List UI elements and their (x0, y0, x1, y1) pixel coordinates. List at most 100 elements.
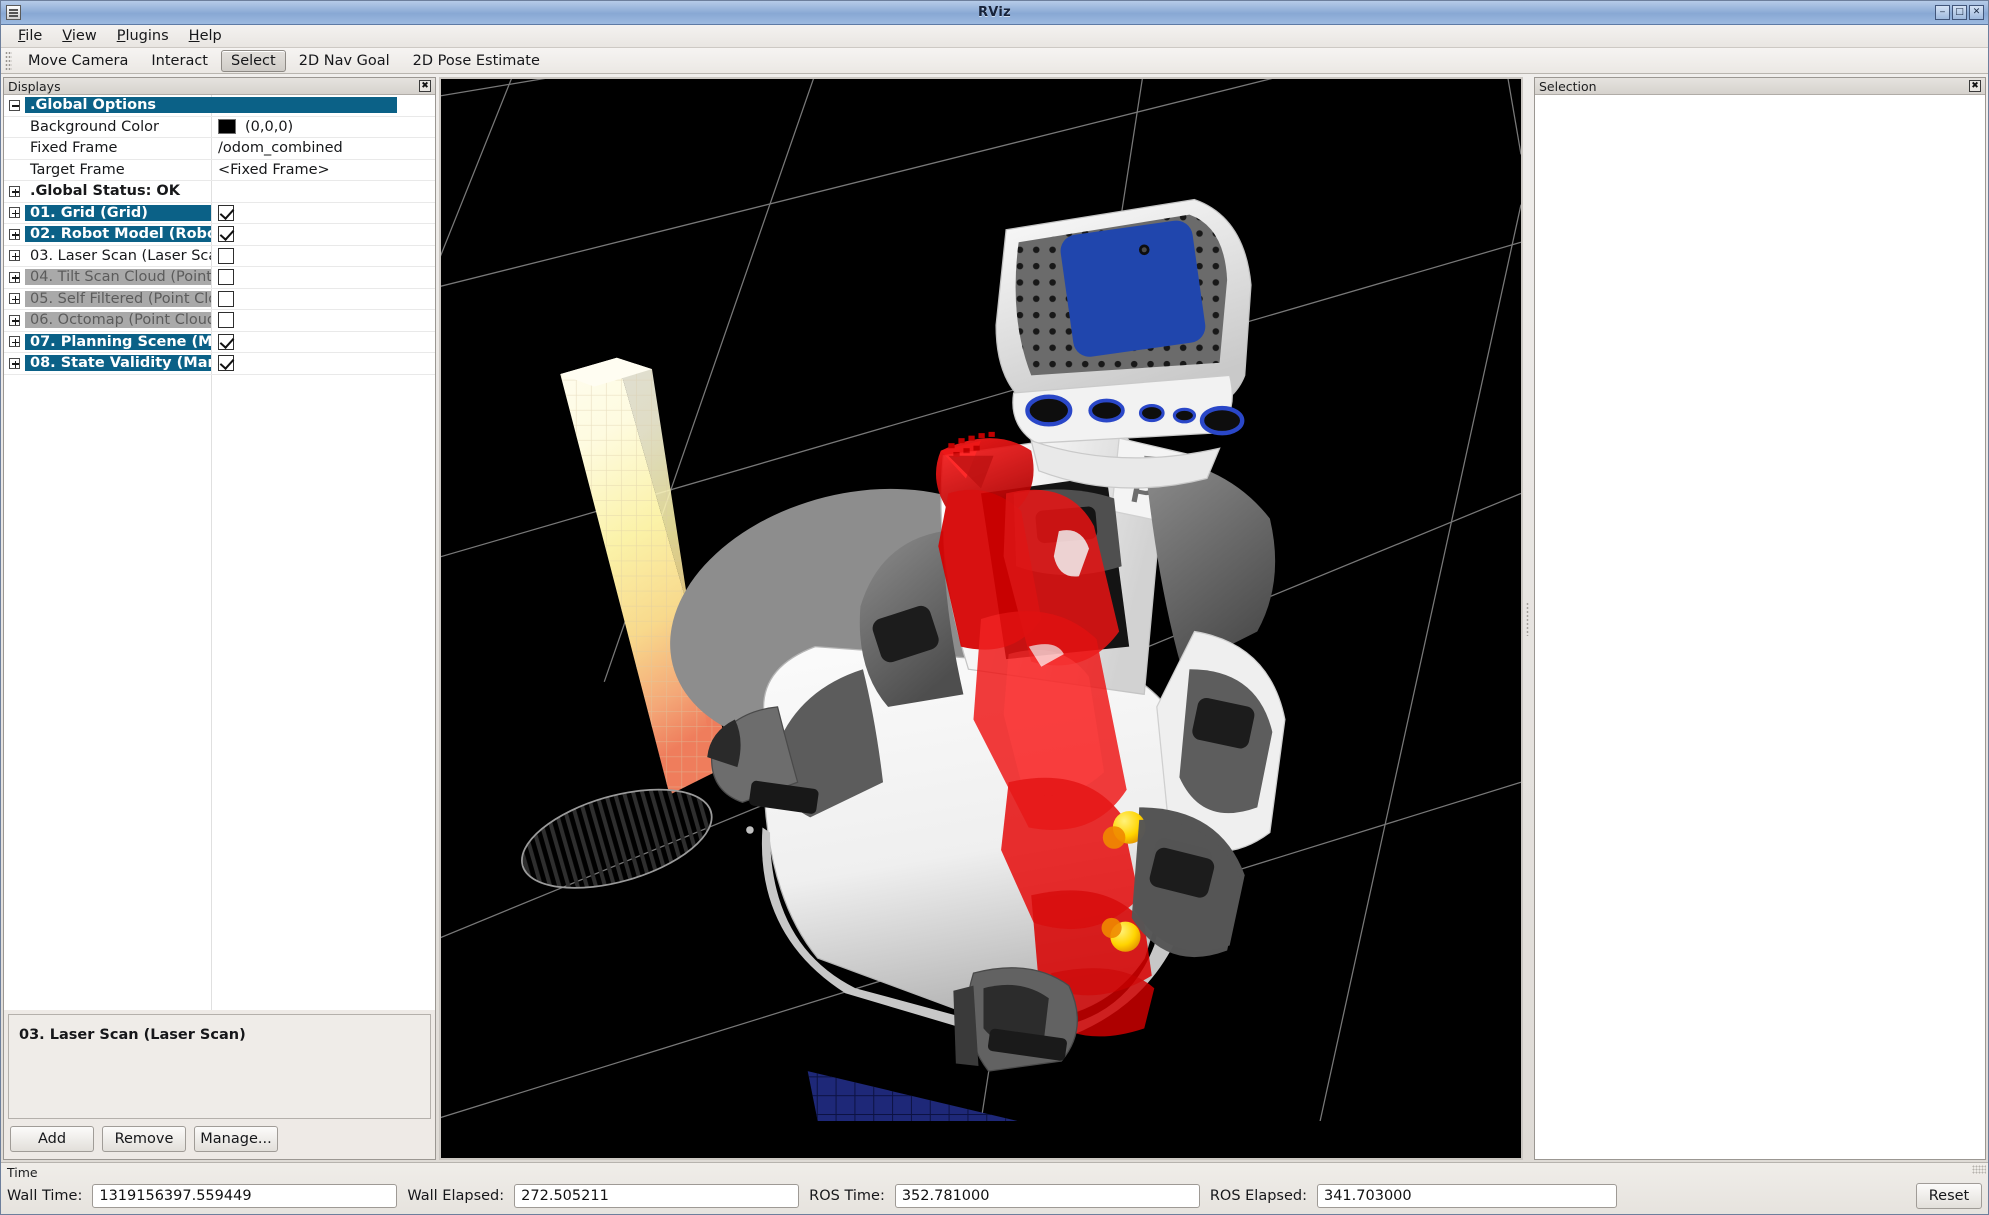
expand-icon[interactable] (4, 185, 25, 197)
manage-button[interactable]: Manage... (194, 1126, 278, 1152)
rviz-window: RViz ‒ □ ✕ File View Plugins Help Move Came… (0, 0, 1989, 1215)
display-row-label: 07. Planning Scene (Mar (25, 333, 211, 350)
display-row[interactable]: 06. Octomap (Point Cloud2) (4, 310, 435, 332)
selection-panel-title: Selection (1539, 78, 1597, 94)
display-row[interactable]: 05. Self Filtered (Point Cloud (4, 289, 435, 310)
display-enabled-checkbox[interactable] (218, 355, 234, 372)
time-field-ros-elapsed[interactable]: 341.703000 (1316, 1184, 1617, 1208)
display-row[interactable]: 02. Robot Model (Robot (4, 224, 435, 246)
window-title: RViz (977, 5, 1012, 20)
minimize-button[interactable]: ‒ (1935, 5, 1950, 20)
resize-grip[interactable] (1972, 1165, 1986, 1174)
display-enabled-checkbox[interactable] (218, 247, 234, 264)
expand-icon[interactable] (4, 336, 25, 348)
display-row-value[interactable] (211, 355, 435, 372)
display-row[interactable]: 08. State Validity (Marke (4, 353, 435, 375)
head-screen (1060, 220, 1206, 357)
selection-panel: Selection ✖ (1534, 77, 1986, 1160)
expand-icon[interactable] (4, 357, 25, 369)
display-row-value[interactable] (211, 312, 435, 329)
menu-item-view[interactable]: View (52, 26, 106, 46)
selection-list[interactable] (1535, 95, 1985, 1159)
reset-button[interactable]: Reset (1916, 1183, 1982, 1209)
tool-select[interactable]: Select (220, 49, 286, 72)
toolbar-grip[interactable] (5, 50, 12, 71)
display-row-label: 02. Robot Model (Robot (25, 226, 211, 243)
display-row[interactable]: Fixed Frame/odom_combined (4, 138, 435, 160)
time-label-1: Wall Elapsed: (407, 1188, 505, 1204)
displays-panel-title: Displays (8, 78, 61, 94)
expand-icon[interactable] (4, 250, 25, 262)
close-button[interactable]: ✕ (1969, 5, 1984, 20)
maximize-button[interactable]: □ (1952, 5, 1967, 20)
time-fields-row: Wall Time: 1319156397.559449 Wall Elapsed:… (1, 1180, 1988, 1212)
display-row[interactable]: Target Frame <Fixed Frame> (4, 160, 435, 181)
menu-item-help[interactable]: Help (179, 26, 232, 46)
display-enabled-checkbox[interactable] (218, 226, 234, 243)
display-row-value[interactable] (211, 204, 435, 221)
background-color-swatch[interactable] (218, 119, 236, 135)
tool-bar: Move Camera Interact Select 2D Nav Goal 2D P… (1, 48, 1988, 74)
display-row[interactable]: 01. Grid (Grid) (4, 203, 435, 224)
display-row-value[interactable] (211, 226, 435, 243)
display-row[interactable]: .Global Status: OK (4, 181, 435, 203)
display-description-box: 03. Laser Scan (Laser Scan) (8, 1014, 431, 1119)
display-description-title: 03. Laser Scan (Laser Scan) (19, 1027, 246, 1043)
render-panel[interactable]: PR2 (439, 77, 1523, 1160)
menu-item-plugins[interactable]: Plugins (107, 26, 179, 46)
displays-button-row: Add Remove Manage... (4, 1123, 435, 1159)
display-enabled-checkbox[interactable] (218, 290, 234, 307)
expand-icon[interactable] (4, 314, 25, 326)
display-row[interactable]: 03. Laser Scan (Laser Scan) (4, 246, 435, 267)
time-field-ros-time[interactable]: 352.781000 (894, 1184, 1200, 1208)
display-row-label: 08. State Validity (Marke (25, 355, 211, 372)
menu-item-file[interactable]: File (8, 26, 52, 46)
display-row-value[interactable] (211, 269, 435, 286)
tool-2d-nav-goal[interactable]: 2D Nav Goal (289, 50, 400, 72)
tool-move-camera[interactable]: Move Camera (18, 50, 138, 72)
time-label-2: ROS Time: (809, 1188, 885, 1204)
display-value-text: (0,0,0) (245, 118, 294, 135)
remove-button[interactable]: Remove (102, 1126, 186, 1152)
display-row-value[interactable] (211, 333, 435, 350)
selection-close-icon[interactable]: ✖ (1969, 80, 1981, 92)
collapse-icon[interactable] (4, 99, 25, 111)
time-field-wall-elapsed[interactable]: 272.505211 (514, 1184, 800, 1208)
display-row[interactable]: 04. Tilt Scan Cloud (Point Cl (4, 267, 435, 289)
display-row-value[interactable] (211, 290, 435, 307)
display-row-label: .Global Options (25, 97, 397, 114)
display-value-text: <Fixed Frame> (218, 161, 330, 178)
displays-panel: Displays ✖ .Global Options Background Col… (3, 77, 436, 1160)
display-enabled-checkbox[interactable] (218, 333, 234, 350)
expand-icon[interactable] (4, 271, 25, 283)
expand-icon[interactable] (4, 207, 25, 219)
expand-icon[interactable] (4, 293, 25, 305)
display-row[interactable]: .Global Options (4, 95, 435, 117)
displays-tree[interactable]: .Global Options Background Color (0,0,0) Fi… (4, 95, 435, 1010)
view-splitter[interactable] (1523, 77, 1532, 1160)
display-enabled-checkbox[interactable] (218, 204, 234, 221)
tool-interact[interactable]: Interact (141, 50, 218, 72)
display-row-label: 03. Laser Scan (Laser Scan) (30, 247, 211, 264)
3d-scene[interactable]: PR2 (441, 79, 1521, 1122)
display-row-label: Background Color (30, 118, 159, 135)
display-row-value[interactable]: (0,0,0) (211, 119, 435, 135)
display-row-label: .Global Status: OK (30, 183, 180, 200)
time-label-3: ROS Elapsed: (1209, 1188, 1307, 1204)
display-row[interactable]: Background Color (0,0,0) (4, 117, 435, 138)
tool-2d-pose-estimate[interactable]: 2D Pose Estimate (403, 50, 550, 72)
display-row-value[interactable] (211, 247, 435, 264)
displays-close-icon[interactable]: ✖ (419, 80, 431, 92)
display-enabled-checkbox[interactable] (218, 312, 234, 329)
add-button[interactable]: Add (10, 1126, 94, 1152)
time-field-wall-time[interactable]: 1319156397.559449 (92, 1184, 398, 1208)
time-label-0: Wall Time: (7, 1188, 83, 1204)
display-row-value[interactable]: <Fixed Frame> (211, 162, 435, 178)
display-value-text: /odom_combined (218, 140, 343, 157)
selection-panel-header: Selection ✖ (1535, 78, 1985, 95)
display-row-value[interactable]: /odom_combined (211, 140, 435, 156)
display-row-label: 01. Grid (Grid) (25, 204, 211, 221)
display-row[interactable]: 07. Planning Scene (Mar (4, 332, 435, 353)
display-enabled-checkbox[interactable] (218, 269, 234, 286)
expand-icon[interactable] (4, 228, 25, 240)
